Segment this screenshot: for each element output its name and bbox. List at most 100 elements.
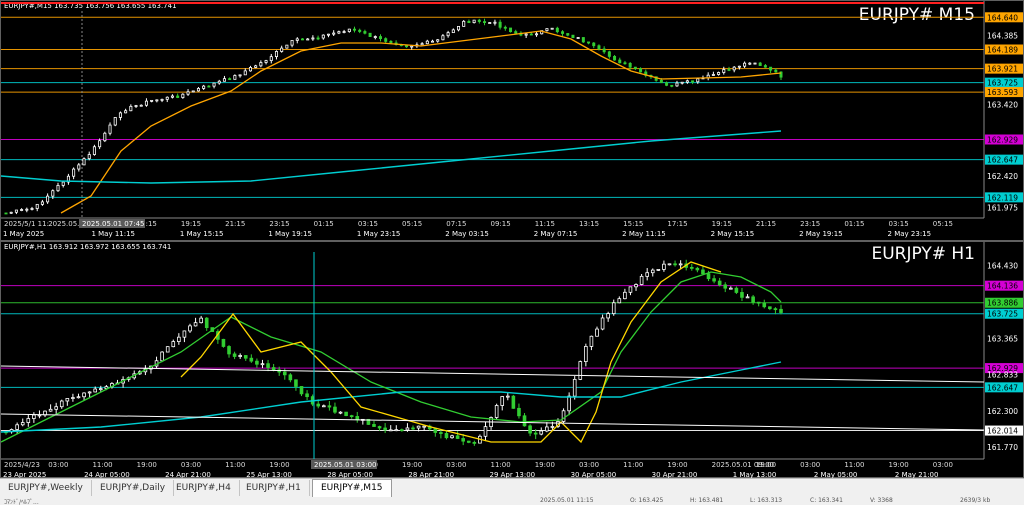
candle-body [533,432,538,435]
candle-body [717,280,722,286]
candle-body [155,99,159,102]
candle-body [342,31,346,33]
time-sublabel: 19:00 [269,461,289,469]
candle-body [494,405,499,418]
h1-chart-canvas[interactable]: 164.430164.136163.886163.725163.365162.9… [1,242,1024,479]
zigzag [180,261,722,444]
candle-body [108,124,112,134]
m15-chart-canvas[interactable]: 164.640 164.385 164.189 163.921 163.725163.5… [1,1,1024,242]
candle-body [282,371,287,376]
candle-body [691,80,695,83]
time-sublabel: 05:15 [402,220,422,228]
candle-body [774,69,778,73]
candle-body [259,62,263,67]
candle-body [509,27,513,33]
candle-body [441,35,445,41]
candle-body [561,410,566,422]
candle-body [600,317,605,330]
price-label: 164.136 [987,282,1018,291]
candle-body [425,40,429,45]
candle-body [249,357,254,362]
candle-body [188,325,192,332]
candle-body [191,90,195,93]
candle-body [30,208,34,210]
candle-body [368,32,372,37]
candle-body [124,110,128,114]
candle-body [712,278,716,282]
candle-body [4,212,8,215]
candle-body [113,117,117,126]
tab-weekly[interactable]: EURJPY#,Weekly [0,480,92,496]
candle-body [46,195,50,203]
status-help: ｺﾏﾝﾄﾞ/ﾍﾙﾌﾟ... [4,499,39,505]
candle-body [305,393,309,398]
price-label: 163.420 [987,100,1018,109]
candle-body [311,37,315,40]
status-volume: V: 3368 [870,497,893,504]
candle-body [372,424,376,427]
tab-h1[interactable]: EURJPY#,H1 [238,480,310,496]
price-label: 163.593 [987,88,1018,97]
price-label: 162.420 [987,172,1018,181]
candle-body [243,70,247,76]
time-sublabel: 03:15 [358,220,378,228]
price-label: 162.647 [987,156,1018,165]
time-sublabel: 11:15 [535,220,555,228]
price-label: 161.770 [987,443,1018,452]
candle-body [602,48,606,53]
candle-body [550,27,554,30]
candle-body [436,39,440,42]
candle-body [266,363,270,368]
candle-body [539,430,544,435]
candle-body [618,59,622,64]
candle-body [405,427,410,431]
candle-body [753,62,757,65]
candle-body [405,45,409,48]
candle-body [689,266,694,269]
status-open: O: 163.425 [630,497,664,504]
candle-body [571,34,575,39]
candle-body [233,75,237,80]
candle-body [338,411,343,414]
candle-body [493,21,497,24]
candle-body [768,306,772,310]
time-label: 1 May 2025 [3,230,44,238]
time-sublabel: 01:15 [314,220,334,228]
candle-body [290,40,294,46]
candle-body [722,69,726,73]
ma-orange-m15 [60,30,782,214]
candle-body [611,302,616,314]
time-sublabel: 03:00 [800,461,820,469]
candle-body [327,405,332,408]
time-label: 2 May 19:15 [799,230,843,238]
candle-body [217,80,221,84]
candle-body [299,386,304,395]
candle-body [87,391,92,394]
candle-body [333,406,337,413]
candle-body [377,426,382,429]
candle-body [389,40,393,44]
time-sublabel: 03:00 [579,461,599,469]
candle-body [227,346,231,355]
price-label: 161.975 [987,204,1018,213]
candle-body [139,104,143,107]
candle-body [285,44,289,49]
time-sublabel: 03:00 [181,461,201,469]
candle-body [199,317,203,324]
tab-h4[interactable]: EURJPY#,H4 [168,480,240,496]
time-label: 1 May 15:15 [180,230,224,238]
time-sublabel: 01:15 [844,220,864,228]
candle-body [779,308,783,313]
chart-pane-h1[interactable]: EURJPY#,H1 163.912 163.972 163.655 163.7… [0,241,1024,479]
time-sublabel: 03:15 [889,220,909,228]
tab-m15[interactable]: EURJPY#,M15 [312,479,392,498]
candle-body [581,37,585,43]
chart-pane-m15[interactable]: EURJPY#,M15 163.735 163.756 163.655 163.… [0,0,1024,241]
candle-body [737,65,741,68]
ma-green-fast [1,271,782,443]
price-label: 164.640 [987,13,1018,22]
candle-body [306,38,310,41]
tab-daily[interactable]: EURJPY#,Daily [92,480,175,496]
candle-body [446,32,450,37]
candle-body [416,425,421,429]
